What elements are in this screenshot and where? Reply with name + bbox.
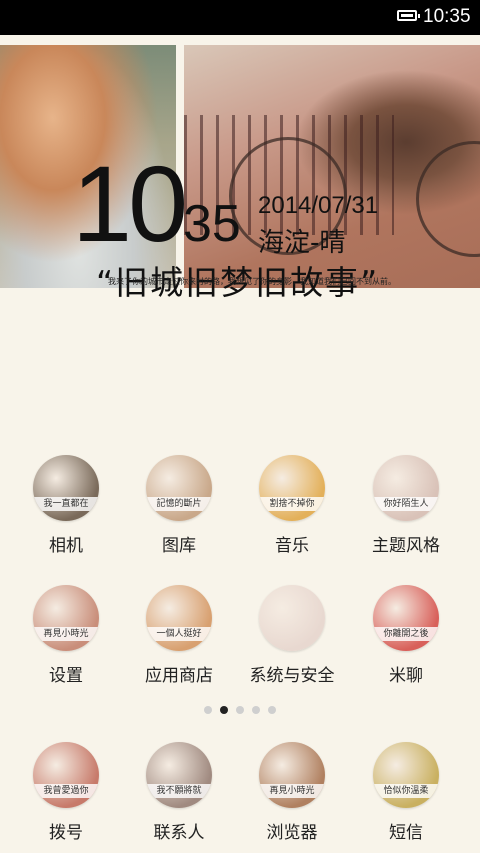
icon-caption: 恰似你溫柔 <box>373 784 439 798</box>
app-label: 浏览器 <box>266 823 318 843</box>
icon-caption: 再見小時光 <box>259 784 325 798</box>
clock-date: 2014/07/31 <box>258 192 379 219</box>
app-messages[interactable]: 恰似你溫柔 短信 <box>351 742 461 843</box>
icon-caption: 一個人挺好 <box>146 627 212 641</box>
app-label: 设置 <box>49 666 83 686</box>
app-miliao[interactable]: 你離開之後 米聊 <box>351 585 461 686</box>
gallery-icon: 記憶的斷片 <box>146 455 212 521</box>
battery-icon <box>397 10 420 21</box>
app-label: 相机 <box>49 536 83 556</box>
app-settings[interactable]: 再見小時光 设置 <box>11 585 121 686</box>
app-label: 米聊 <box>389 666 423 686</box>
settings-icon: 再見小時光 <box>33 585 99 651</box>
page-dot[interactable] <box>268 705 276 714</box>
app-label: 主题风格 <box>372 536 440 556</box>
miliao-icon: 你離開之後 <box>373 585 439 651</box>
app-label: 联系人 <box>153 823 205 843</box>
app-label: 图库 <box>162 536 196 556</box>
icon-caption: 再見小時光 <box>33 627 99 641</box>
icon-caption: 我曾愛過你 <box>33 784 99 798</box>
theme-icon: 你好陌生人 <box>373 455 439 521</box>
clock-minute: 35 <box>183 195 241 253</box>
app-store-icon: 一個人挺好 <box>146 585 212 651</box>
caption-text: 我来了你的城市走过你来时的路，我想见了你的身影，我知道我们已回不到从前。 <box>108 277 396 286</box>
page-dot[interactable] <box>220 705 228 714</box>
app-theme[interactable]: 你好陌生人 主题风格 <box>351 455 461 556</box>
dialer-icon: 我曾愛過你 <box>33 742 99 808</box>
app-security[interactable]: 系统与安全 <box>237 585 347 686</box>
icon-caption: 我一直都在 <box>33 497 99 511</box>
app-label: 系统与安全 <box>249 666 335 686</box>
icon-caption: 我不願將就 <box>146 784 212 798</box>
status-time: 10:35 <box>423 6 471 27</box>
icon-caption: 割捨不掉你 <box>259 497 325 511</box>
camera-icon: 我一直都在 <box>33 455 99 521</box>
browser-icon: 再見小時光 <box>259 742 325 808</box>
clock-hour: 10 <box>72 143 188 264</box>
app-label: 应用商店 <box>145 666 213 686</box>
status-bar: 10:35 <box>0 0 480 35</box>
messages-icon: 恰似你溫柔 <box>373 742 439 808</box>
icon-caption: 你離開之後 <box>373 627 439 641</box>
page-dot[interactable] <box>236 705 244 714</box>
music-icon: 割捨不掉你 <box>259 455 325 521</box>
icon-caption: 記憶的斷片 <box>146 497 212 511</box>
weather-text: 海淀-晴 <box>258 228 346 258</box>
page-dot[interactable] <box>204 705 212 714</box>
app-browser[interactable]: 再見小時光 浏览器 <box>237 742 347 843</box>
security-icon <box>259 585 325 651</box>
app-label: 拨号 <box>49 823 83 843</box>
app-label: 音乐 <box>275 536 309 556</box>
app-music[interactable]: 割捨不掉你 音乐 <box>237 455 347 556</box>
page-indicator[interactable] <box>0 699 480 714</box>
app-app-store[interactable]: 一個人挺好 应用商店 <box>124 585 234 686</box>
app-label: 短信 <box>389 823 423 843</box>
page-dot[interactable] <box>252 705 260 714</box>
app-gallery[interactable]: 記憶的斷片 图库 <box>124 455 234 556</box>
app-dialer[interactable]: 我曾愛過你 拨号 <box>11 742 121 843</box>
icon-caption: 你好陌生人 <box>373 497 439 511</box>
app-camera[interactable]: 我一直都在 相机 <box>11 455 121 556</box>
contacts-icon: 我不願將就 <box>146 742 212 808</box>
app-contacts[interactable]: 我不願將就 联系人 <box>124 742 234 843</box>
